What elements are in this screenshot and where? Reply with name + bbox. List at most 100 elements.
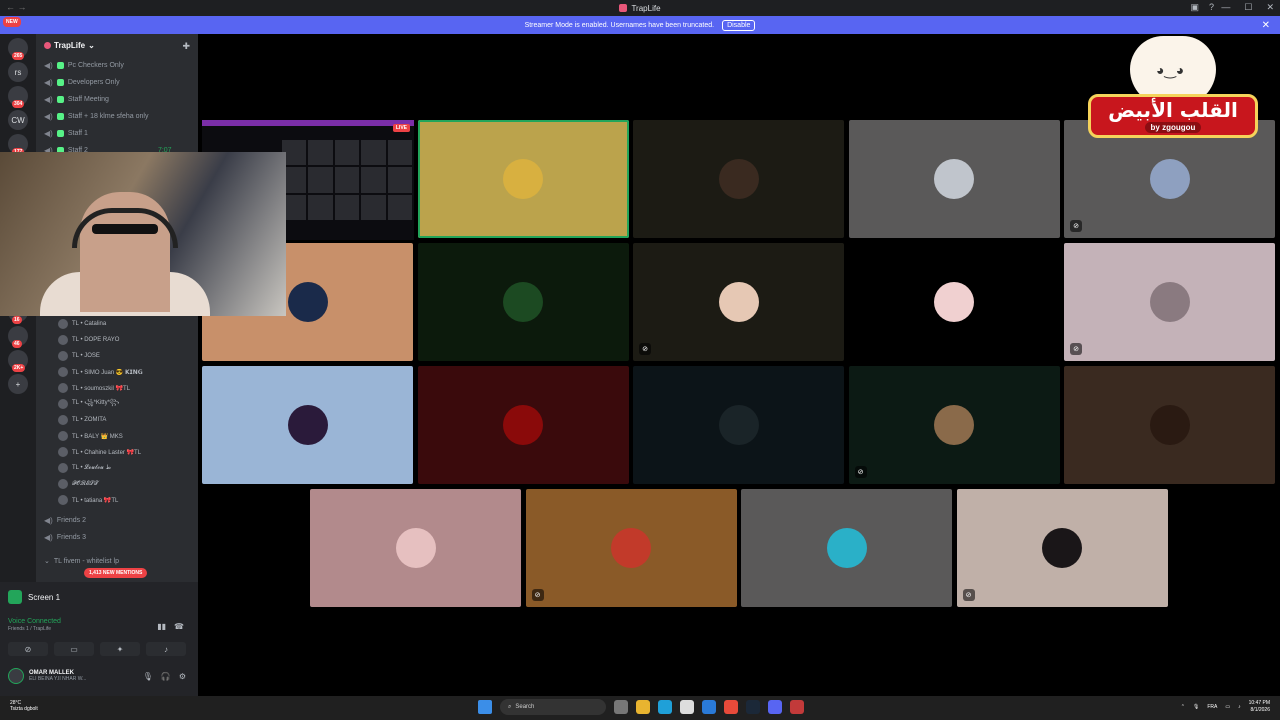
activities-button[interactable]: ✦ <box>100 642 140 656</box>
voice-member[interactable]: TL • BALY 👑 MKS <box>58 428 190 444</box>
camera-button[interactable]: ⊘ <box>8 642 48 656</box>
server-icon[interactable]: CW <box>8 110 28 130</box>
voice-member[interactable]: TL • JOSE <box>58 348 190 364</box>
logo-ribbon: القلب الأبيض by zgougou <box>1088 94 1258 138</box>
mail-icon[interactable] <box>702 700 716 714</box>
disconnect-icon[interactable]: ☎ <box>174 622 184 631</box>
voice-channel[interactable]: Friends 1 / TrapLife <box>8 626 61 632</box>
server-icon[interactable]: + <box>8 374 28 394</box>
member-name: TL • ꧁*Kitty*꧂ <box>72 400 120 406</box>
voice-member[interactable]: TL • 𝓛𝓸𝓾𝓵𝓸𝓾 ﻁ <box>58 460 190 476</box>
new-mentions-pill[interactable]: 1,413 NEW MENTIONS <box>84 568 148 578</box>
participant-tile[interactable] <box>202 366 413 484</box>
voice-member[interactable]: TL • Chahine Laster 🎀TL <box>58 444 190 460</box>
add-member-icon[interactable]: ✚ <box>182 41 190 52</box>
server-icon[interactable]: rs <box>8 62 28 82</box>
taskbar-search[interactable]: ⌕ Search <box>500 699 606 715</box>
overlay-logo: ◕‿◕ القلب الأبيض by zgougou <box>1088 36 1258 156</box>
screen-share-item[interactable]: Screen 1 <box>8 590 60 604</box>
voice-channel-item[interactable]: ◀) Staff 1 <box>44 126 88 140</box>
participant-tile[interactable] <box>417 243 629 361</box>
user-controls: 🎙 🎧 ⚙ <box>143 672 186 681</box>
chevron-up-icon[interactable]: ⌃ <box>1181 704 1185 710</box>
avatar <box>287 282 328 322</box>
app-icon[interactable] <box>790 700 804 714</box>
participant-tile[interactable] <box>848 243 1060 361</box>
category-row[interactable]: ⌄ TL fivem - whitelist lp <box>44 554 119 568</box>
avatar <box>1149 405 1190 445</box>
store-icon[interactable] <box>680 700 694 714</box>
headphones-icon[interactable]: 🎧 <box>161 672 171 681</box>
task-view-icon[interactable] <box>614 700 628 714</box>
mic-tray-icon[interactable]: 🎙 <box>1193 704 1199 710</box>
windows-start-icon[interactable] <box>478 700 492 714</box>
member-name: TL • Catalina <box>72 321 107 327</box>
voice-member[interactable]: TL • soumoszkil 🎀TL <box>58 380 190 396</box>
participant-tile[interactable] <box>633 120 844 238</box>
voice-channel-item[interactable]: ◀) Staff + 18 klme sfeha only <box>44 109 148 123</box>
participant-tile[interactable] <box>1064 366 1275 484</box>
maximize-icon[interactable]: ☐ <box>1244 2 1252 13</box>
voice-channel-item[interactable]: ◀) Developers Only <box>44 75 120 89</box>
weather-widget[interactable]: 28°C Tsizta dgbolt <box>10 700 38 712</box>
participant-tile[interactable] <box>633 366 844 484</box>
clock[interactable]: 10:47 PM 8/1/2026 <box>1249 700 1270 713</box>
avatar <box>611 528 651 568</box>
clock-date: 8/1/2026 <box>1250 706 1270 713</box>
participant-tile[interactable]: ⊘ <box>956 489 1168 607</box>
chrome-icon[interactable] <box>724 700 738 714</box>
server-name[interactable]: TrapLife ⌄ <box>44 41 95 50</box>
voice-member[interactable]: TL • ꧁*Kitty*꧂ <box>58 396 190 412</box>
user-panel[interactable]: OMAR MALLEK ELI BEINA Y.II NHAR W... <box>8 668 86 684</box>
avatar <box>287 405 328 445</box>
minimize-icon[interactable]: — <box>1221 2 1230 13</box>
inbox-icon[interactable]: ▣ <box>1190 2 1199 13</box>
participant-tile[interactable] <box>417 120 629 238</box>
participant-tile[interactable]: ⊘ <box>633 243 844 361</box>
volume-icon[interactable]: ♪ <box>1238 704 1241 710</box>
windows-taskbar: 28°C Tsizta dgbolt ⌕ Search ⌃ 🎙 FRA ▭ ♪ … <box>0 696 1280 720</box>
voice-member[interactable]: 𝓕𝓞𝓡𝓔𝓢𝓣 <box>58 476 190 492</box>
voice-member[interactable]: TL • tatiana 🎀TL <box>58 492 190 508</box>
help-icon[interactable]: ? <box>1209 2 1214 13</box>
voice-channel-item[interactable]: ◀) Friends 3 <box>44 530 86 544</box>
voice-channel-item[interactable]: ◀) Staff Meeting <box>44 92 109 106</box>
soundboard-button[interactable]: ♪ <box>146 642 186 656</box>
participant-tile[interactable] <box>741 489 952 607</box>
screen-share-button[interactable]: ▭ <box>54 642 94 656</box>
channel-label: Friends 3 <box>56 533 87 541</box>
disable-button[interactable]: Disable <box>722 19 756 31</box>
server-name-label: TrapLife <box>54 41 86 50</box>
taskbar-apps: ⌕ Search <box>478 699 804 715</box>
voice-member[interactable]: TL • SIMO Juan 😎 𝗞𝗜𝗡𝗚 <box>58 364 190 380</box>
participant-tile[interactable] <box>417 366 629 484</box>
banner-text: Streamer Mode is enabled. Usernames have… <box>524 21 715 29</box>
settings-gear-icon[interactable]: ⚙ <box>179 672 186 681</box>
close-window-icon[interactable]: ✕ <box>1266 2 1274 13</box>
language-indicator[interactable]: FRA <box>1207 704 1217 710</box>
mic-icon[interactable]: 🎙 <box>143 672 153 681</box>
participant-tile[interactable] <box>848 120 1060 238</box>
participant-tile[interactable]: ⊘ <box>1064 243 1275 361</box>
back-arrow-icon[interactable]: ← → <box>6 2 27 12</box>
channel-emoji-icon <box>56 112 64 120</box>
participant-tile[interactable]: ⊘ <box>848 366 1060 484</box>
voice-channel-item[interactable]: ◀) Friends 2 <box>44 513 86 527</box>
file-explorer-icon[interactable] <box>636 700 650 714</box>
discord-icon[interactable] <box>768 700 782 714</box>
member-name: TL • SIMO Juan 😎 𝗞𝗜𝗡𝗚 <box>72 369 143 376</box>
steam-icon[interactable] <box>746 700 760 714</box>
voice-channel-item[interactable]: ◀) Pc Checkers Only <box>44 58 124 72</box>
voice-member[interactable]: TL • DOPE RAYO <box>58 332 190 348</box>
voice-member[interactable]: TL • Catalina <box>58 316 190 332</box>
close-banner-icon[interactable]: ✕ <box>1262 20 1270 31</box>
signal-icon[interactable]: ▮▮ <box>157 622 166 631</box>
voice-member[interactable]: TL • ZOMITA <box>58 412 190 428</box>
edge-icon[interactable] <box>658 700 672 714</box>
new-badge: NEW <box>3 17 21 27</box>
participant-tile[interactable]: ⊘ <box>525 489 737 607</box>
channel-label: Pc Checkers Only <box>67 61 124 69</box>
muted-mic-icon: ⊘ <box>962 589 975 601</box>
participant-tile[interactable] <box>310 489 521 607</box>
network-icon[interactable]: ▭ <box>1225 704 1230 710</box>
